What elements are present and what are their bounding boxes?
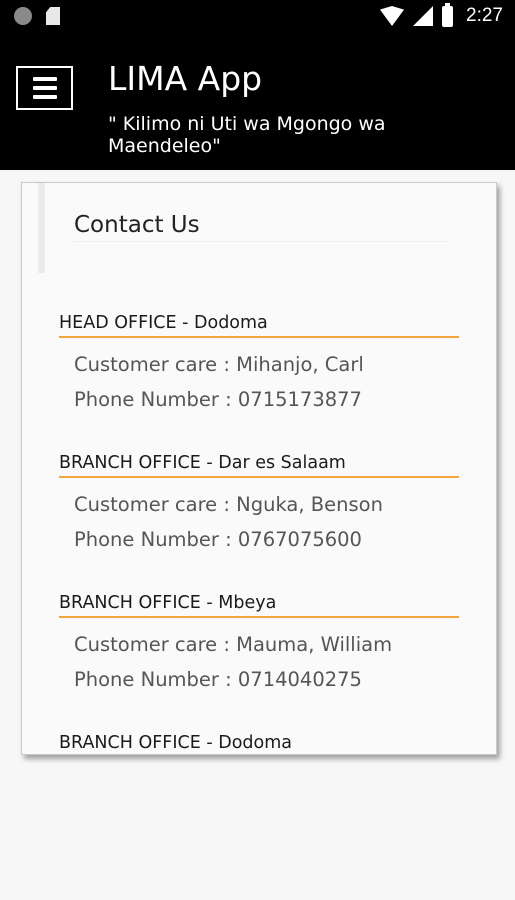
status-time: 2:27	[466, 5, 503, 26]
customer-care-text: Customer care : Nguka, Benson	[74, 493, 383, 516]
office-heading: HEAD OFFICE - Dodoma	[59, 313, 459, 338]
signal-icon	[413, 6, 434, 26]
title-divider	[74, 241, 449, 242]
battery-icon	[442, 2, 454, 27]
status-bar-right: 2:27	[380, 2, 503, 27]
wifi-icon	[380, 6, 405, 26]
office-section: HEAD OFFICE - Dodoma Customer care : Mih…	[59, 313, 459, 411]
customer-care-text: Customer care : Mihanjo, Carl	[74, 353, 364, 376]
status-bar-left	[14, 7, 60, 25]
app-bar: LIMA App " Kilimo ni Uti wa Mgongo wa Ma…	[0, 33, 515, 170]
card-accent-bar	[38, 183, 45, 273]
phone-number-text[interactable]: Phone Number : 0714040275	[74, 668, 459, 691]
phone-number-text[interactable]: Phone Number : 0715173877	[74, 388, 459, 411]
office-section: BRANCH OFFICE - Dar es Salaam Customer c…	[59, 453, 459, 551]
sd-card-icon	[46, 7, 60, 25]
office-heading: BRANCH OFFICE - Dar es Salaam	[59, 453, 459, 478]
status-bar: 2:27	[0, 0, 515, 33]
office-section: BRANCH OFFICE - Mbeya Customer care : Ma…	[59, 593, 459, 691]
hamburger-menu-icon[interactable]	[16, 66, 73, 110]
office-section: BRANCH OFFICE - Dodoma	[59, 733, 459, 754]
app-subtitle: " Kilimo ni Uti wa Mgongo wa Maendeleo"	[108, 113, 386, 157]
office-heading: BRANCH OFFICE - Mbeya	[59, 593, 459, 618]
customer-care-text: Customer care : Mauma, William	[74, 633, 393, 656]
page-title: Contact Us	[74, 212, 200, 238]
office-heading: BRANCH OFFICE - Dodoma	[59, 733, 459, 754]
phone-number-text[interactable]: Phone Number : 0767075600	[74, 528, 459, 551]
notification-dot-icon	[14, 7, 32, 25]
app-title: LIMA App	[108, 59, 263, 98]
contact-card: Contact Us HEAD OFFICE - Dodoma Customer…	[21, 182, 497, 755]
